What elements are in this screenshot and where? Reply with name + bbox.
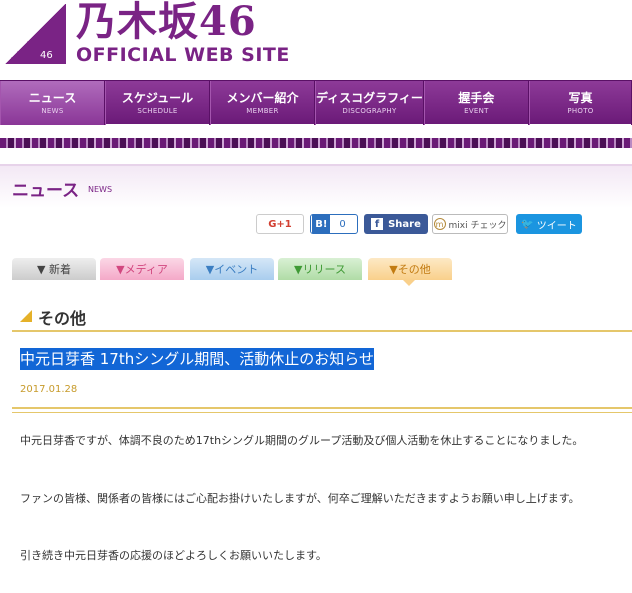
nav-sublabel: MEMBER <box>246 106 279 115</box>
tab-release[interactable]: ▼リリース <box>278 258 362 280</box>
article-title: 中元日芽香 17thシングル期間、活動休止のお知らせ <box>20 348 374 370</box>
section-heading: その他 <box>12 302 632 332</box>
nav-label: スケジュール <box>121 90 194 105</box>
nav-label: 握手会 <box>458 90 495 105</box>
nav-sublabel: PHOTO <box>567 106 594 115</box>
logo-mark-number: 46 <box>40 50 53 61</box>
facebook-icon: f <box>371 218 384 230</box>
logo-subtitle[interactable]: OFFICIAL WEB SITE <box>76 44 290 66</box>
nav-sublabel: EVENT <box>464 106 489 115</box>
decorative-band <box>0 138 632 148</box>
google-plus-button[interactable]: G+1 <box>256 214 304 234</box>
nav-schedule[interactable]: スケジュール SCHEDULE <box>105 81 210 125</box>
facebook-share-label: Share <box>388 218 421 230</box>
hatena-bookmark-button[interactable]: B! 0 <box>310 214 358 234</box>
nav-discography[interactable]: ディスコグラフィー DISCOGRAPHY <box>315 81 424 125</box>
section-triangle-icon <box>20 310 32 322</box>
article-paragraph: 引き続き中元日芽香の応援のほどよろしくお願いいたします。 <box>20 549 327 562</box>
section-title: その他 <box>38 309 87 328</box>
divider <box>12 407 632 409</box>
logo-name[interactable]: 乃木坂46 <box>76 0 257 44</box>
hatena-count: 0 <box>339 218 346 230</box>
active-tab-pointer <box>403 280 415 286</box>
nav-label: ニュース <box>28 90 77 105</box>
nav-label: ディスコグラフィー <box>316 90 423 105</box>
nav-label: メンバー紹介 <box>226 90 299 105</box>
mixi-icon: m <box>433 218 446 230</box>
page-title: ニュース <box>12 181 80 201</box>
main-nav: ニュース NEWS スケジュール SCHEDULE メンバー紹介 MEMBER … <box>0 80 632 125</box>
tab-new[interactable]: ▼ 新着 <box>12 258 96 280</box>
site-header: 46 乃木坂46 OFFICIAL WEB SITE <box>0 0 632 80</box>
hatena-icon: B! <box>312 215 331 233</box>
twitter-bird-icon: 🐦 <box>521 218 534 230</box>
nav-label: 写真 <box>568 90 593 105</box>
article-date: 2017.01.28 <box>20 384 78 395</box>
nav-member[interactable]: メンバー紹介 MEMBER <box>210 81 315 125</box>
nav-sublabel: DISCOGRAPHY <box>342 106 397 115</box>
page-title-band: ニュース NEWS <box>0 164 632 208</box>
tab-other[interactable]: ▼その他 <box>368 258 452 280</box>
facebook-share-button[interactable]: f Share <box>364 214 428 234</box>
nav-photo[interactable]: 写真 PHOTO <box>528 81 632 125</box>
tweet-label: ツイート <box>536 220 577 232</box>
divider <box>12 412 632 413</box>
mixi-check-label: mixi チェック <box>448 220 507 231</box>
nav-event[interactable]: 握手会 EVENT <box>423 81 529 125</box>
nav-sublabel: SCHEDULE <box>137 106 178 115</box>
article-paragraph: 中元日芽香ですが、体調不良のため17thシングル期間のグループ活動及び個人活動を… <box>20 434 584 447</box>
tab-media[interactable]: ▼メディア <box>100 258 184 280</box>
mixi-check-button[interactable]: m mixi チェック <box>432 214 508 234</box>
tab-event[interactable]: ▼イベント <box>190 258 274 280</box>
twitter-tweet-button[interactable]: 🐦 ツイート <box>516 214 582 234</box>
nav-news[interactable]: ニュース NEWS <box>0 81 105 125</box>
article-paragraph: ファンの皆様、関係者の皆様にはご心配お掛けいたしますが、何卒ご理解いただきますよ… <box>20 492 580 505</box>
page-title-en: NEWS <box>88 185 113 194</box>
logo-mark[interactable] <box>4 4 66 64</box>
nav-sublabel: NEWS <box>41 106 64 115</box>
